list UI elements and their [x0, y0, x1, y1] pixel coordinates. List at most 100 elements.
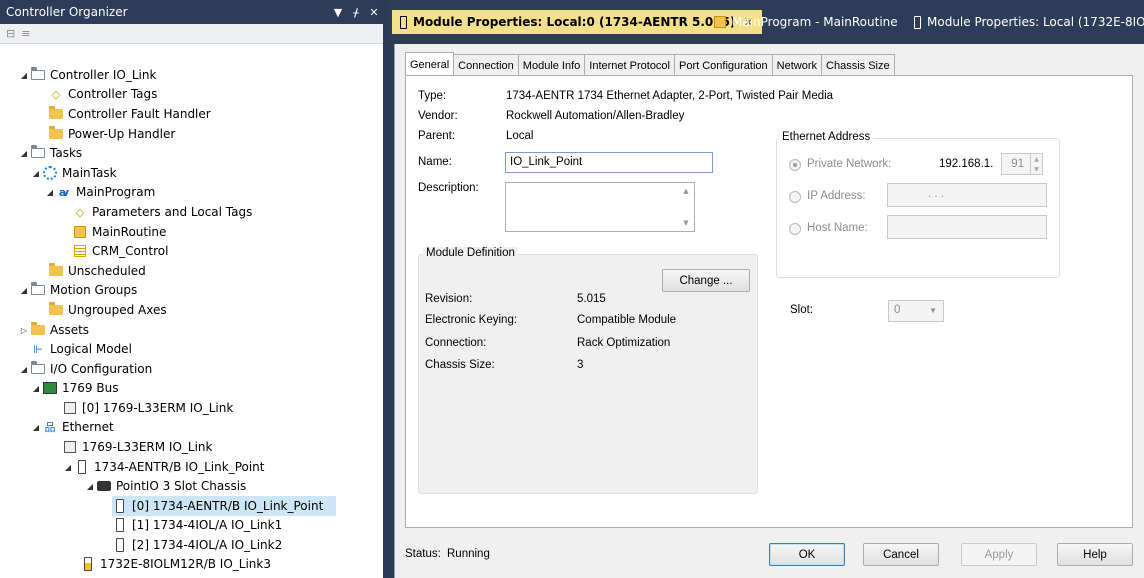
collapse-arrow-icon[interactable]: ◢	[18, 71, 30, 80]
organizer-toolbar: ⊟ ≡	[0, 24, 383, 44]
tree-item-label: Controller Tags	[68, 87, 158, 101]
tree-item-label: MainRoutine	[92, 225, 167, 239]
change-button[interactable]: Change ...	[662, 269, 750, 292]
tree-item-slot-2[interactable]: [2] 1734-4IOL/A IO_Link2	[112, 535, 282, 555]
tree-item-aentr-adapter[interactable]: ◢ 1734-AENTR/B IO_Link_Point	[62, 457, 264, 477]
tree-item-pointio-chassis[interactable]: ◢ PointIO 3 Slot Chassis	[84, 476, 246, 496]
slot-select[interactable]: 0 ▼	[888, 300, 944, 322]
tree-item-label: PointIO 3 Slot Chassis	[116, 479, 247, 493]
tree-item-label: Assets	[50, 323, 90, 337]
connection-value: Rack Optimization	[577, 337, 671, 349]
tree-item-motion-groups[interactable]: ◢ Motion Groups	[18, 280, 137, 300]
tree-item-crm-control[interactable]: CRM_Control	[72, 241, 168, 261]
task-icon	[42, 166, 58, 180]
tree-item-8iolm[interactable]: 1732E-8IOLM12R/B IO_Link3	[80, 554, 271, 574]
collapse-arrow-icon[interactable]: ◢	[30, 169, 42, 178]
tree-item-fault-handler[interactable]: Controller Fault Handler	[48, 104, 211, 124]
module-properties-dialog: General Connection Module Info Internet …	[394, 44, 1144, 578]
vendor-label: Vendor:	[418, 110, 458, 122]
tab-port-configuration[interactable]: Port Configuration	[674, 54, 773, 76]
module-definition-group: Module Definition Change ... Revision: 5…	[418, 247, 758, 494]
tree-item-controller[interactable]: ◢ Controller IO_Link	[18, 65, 156, 85]
pin-icon[interactable]: ᚋ	[347, 6, 365, 19]
tree-item-main-program[interactable]: ◢ ꜹ MainProgram	[44, 182, 155, 202]
tab-general[interactable]: General	[405, 52, 455, 75]
collapse-arrow-icon[interactable]: ◢	[18, 149, 30, 158]
host-name-radio[interactable]	[789, 223, 801, 235]
tree-item-controller-tags[interactable]: ◇ Controller Tags	[48, 84, 158, 104]
private-network-prefix: 192.168.1.	[939, 158, 994, 170]
module-icon	[80, 557, 96, 571]
type-label: Type:	[418, 90, 447, 102]
tree-item-ungrouped-axes[interactable]: Ungrouped Axes	[48, 300, 167, 320]
folder-icon	[48, 106, 64, 121]
tab-module-info[interactable]: Module Info	[517, 54, 586, 76]
tree-item-ethernet-controller[interactable]: 1769-L33ERM IO_Link	[62, 437, 212, 457]
module-definition-title: Module Definition	[423, 247, 518, 259]
apply-button[interactable]: Apply	[961, 543, 1037, 566]
collapse-arrow-icon[interactable]: ◢	[44, 188, 56, 197]
private-network-host-field[interactable]: 91 ▲ ▼	[1001, 153, 1043, 175]
tree-item-slot-1[interactable]: [1] 1734-4IOL/A IO_Link1	[112, 515, 282, 535]
ip-address-field[interactable]: . . .	[887, 183, 1047, 207]
controller-icon	[62, 440, 78, 454]
expand-arrow-icon[interactable]: ▷	[18, 326, 30, 335]
collapse-arrow-icon[interactable]: ◢	[18, 286, 30, 295]
description-scrollbar[interactable]: ▲ ▼	[678, 183, 694, 231]
tab-connection[interactable]: Connection	[453, 54, 519, 76]
tree-item-assets[interactable]: ▷ Assets	[18, 320, 89, 340]
tree-item-controller-module[interactable]: [0] 1769-L33ERM IO_Link	[62, 398, 233, 418]
help-button[interactable]: Help	[1057, 543, 1133, 566]
tree-item-label: 1732E-8IOLM12R/B IO_Link3	[100, 557, 271, 571]
collapse-arrow-icon[interactable]: ◢	[84, 482, 96, 491]
tree-item-label: MainTask	[62, 166, 117, 180]
vendor-value: Rockwell Automation/Allen-Bradley	[506, 110, 685, 122]
scroll-up-icon: ▲	[683, 187, 689, 195]
tab-internet-protocol[interactable]: Internet Protocol	[584, 54, 675, 76]
tree-item-unscheduled[interactable]: Unscheduled	[48, 261, 146, 281]
tab-chassis-size[interactable]: Chassis Size	[821, 54, 895, 76]
chevron-down-icon: ▼	[929, 306, 937, 315]
module-icon	[112, 518, 128, 532]
tree-item-1769-bus[interactable]: ◢ 1769 Bus	[30, 378, 119, 398]
collapse-arrow-icon[interactable]: ◢	[18, 365, 30, 374]
private-network-radio[interactable]	[789, 159, 801, 171]
tree-item-ethernet[interactable]: ◢ 品 Ethernet	[30, 417, 114, 437]
chassis-icon	[96, 479, 112, 493]
tab-network[interactable]: Network	[771, 54, 823, 76]
collapse-arrow-icon[interactable]: ◢	[30, 423, 42, 432]
collapse-arrow-icon[interactable]: ◢	[30, 384, 42, 393]
name-field[interactable]: IO_Link_Point	[505, 152, 713, 173]
tree-item-main-routine[interactable]: MainRoutine	[72, 222, 166, 242]
tab-main-routine[interactable]: MainProgram - MainRoutine	[706, 10, 906, 34]
host-octet-spinner[interactable]: ▲ ▼	[1030, 154, 1042, 174]
tree-item-logical-model[interactable]: ⊩ Logical Model	[30, 339, 132, 359]
close-icon[interactable]: ✕	[365, 6, 383, 19]
dropdown-arrow-icon[interactable]: ▼	[329, 6, 347, 19]
tree-item-slot-0[interactable]: [0] 1734-AENTR/B IO_Link_Point	[112, 496, 336, 516]
tree-item-io-configuration[interactable]: ◢ I/O Configuration	[18, 359, 152, 379]
routine-icon	[72, 225, 88, 239]
tree-item-main-task[interactable]: ◢ MainTask	[30, 163, 117, 183]
cancel-button[interactable]: Cancel	[863, 543, 939, 566]
tree-item-tasks[interactable]: ◢ Tasks	[18, 143, 82, 163]
tree-item-label: [1] 1734-4IOL/A IO_Link1	[132, 518, 283, 532]
description-field[interactable]: ▲ ▼	[505, 182, 695, 232]
view-toggle-icon[interactable]: ≡	[21, 27, 30, 40]
tree-item-parameters-local-tags[interactable]: ◇ Parameters and Local Tags	[72, 202, 253, 222]
host-name-field[interactable]	[887, 215, 1047, 239]
spin-up-icon: ▲	[1034, 155, 1039, 163]
ok-button[interactable]: OK	[769, 543, 845, 566]
connection-label: Connection:	[425, 337, 487, 349]
ip-address-radio[interactable]	[789, 191, 801, 203]
collapse-arrow-icon[interactable]: ◢	[62, 463, 74, 472]
tree-item-label: Motion Groups	[50, 283, 138, 297]
revision-label: Revision:	[425, 293, 473, 305]
tree-item-label: Ungrouped Axes	[68, 303, 167, 317]
tab-module-properties-local[interactable]: Module Properties: Local (1732E-8IOLM	[906, 10, 1144, 34]
scroll-down-icon: ▼	[683, 219, 689, 227]
tree-item-label: Tasks	[50, 146, 83, 160]
collapse-all-icon[interactable]: ⊟	[6, 27, 15, 40]
structured-text-icon	[72, 244, 88, 258]
tree-item-power-up-handler[interactable]: Power-Up Handler	[48, 124, 175, 144]
